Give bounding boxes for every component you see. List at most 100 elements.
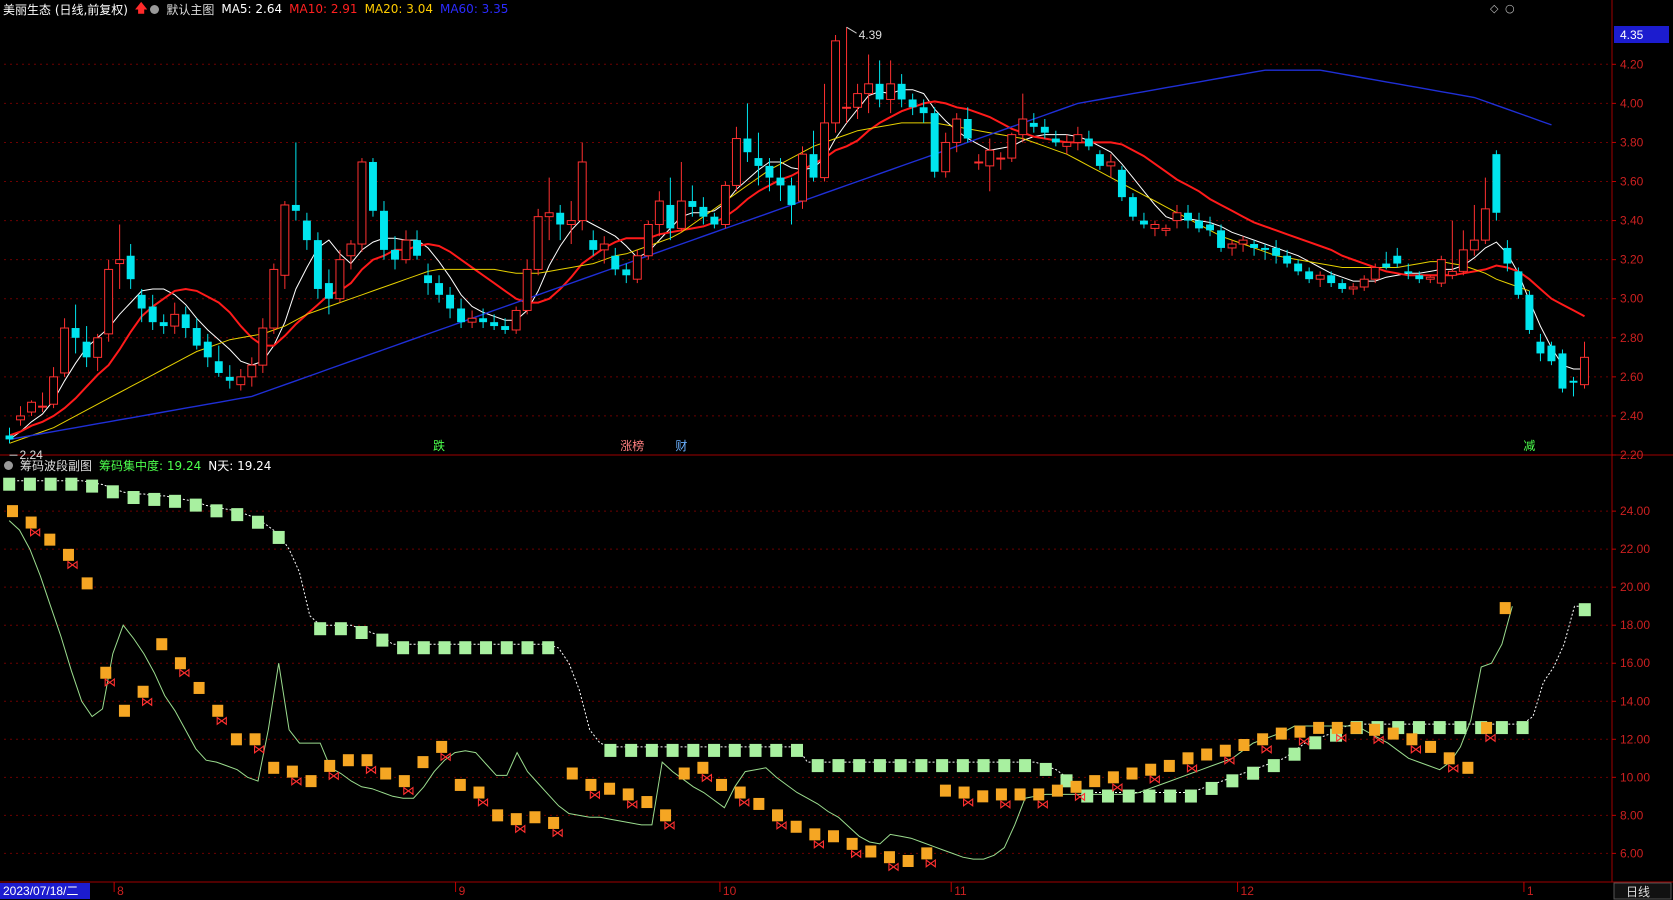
chip-block-green bbox=[438, 641, 451, 655]
candle bbox=[115, 224, 125, 289]
candle-body bbox=[291, 204, 300, 211]
candle-body bbox=[247, 364, 257, 378]
candle-body bbox=[335, 259, 345, 300]
candle-body bbox=[214, 361, 223, 373]
chip-block-orange bbox=[1387, 727, 1399, 740]
chip-block-green bbox=[832, 759, 845, 773]
event-marker: 涨榜 bbox=[620, 438, 644, 453]
candle bbox=[1206, 216, 1214, 237]
candle-body bbox=[842, 106, 852, 109]
event-marker: 跌 bbox=[433, 438, 445, 453]
candle bbox=[1536, 333, 1545, 362]
candle bbox=[1382, 251, 1391, 270]
candle-body bbox=[5, 435, 14, 440]
butterfly-icon: ⋈ bbox=[327, 769, 340, 784]
chip-block-green bbox=[915, 759, 928, 773]
candle-body bbox=[1217, 230, 1225, 248]
candle-body bbox=[236, 376, 246, 386]
candle-body bbox=[357, 161, 367, 245]
candle bbox=[842, 27, 852, 123]
candle bbox=[1250, 240, 1259, 256]
candle bbox=[1161, 224, 1171, 237]
candle-body bbox=[369, 161, 377, 211]
chip-block-orange bbox=[380, 767, 392, 780]
candle-body bbox=[1095, 154, 1104, 166]
candle bbox=[1238, 236, 1248, 252]
candle-body bbox=[1569, 380, 1578, 383]
chip-block-green bbox=[1454, 721, 1467, 735]
candle-body bbox=[533, 216, 543, 270]
butterfly-icon: ⋈ bbox=[439, 750, 452, 765]
candle-body bbox=[1007, 134, 1017, 159]
date-label: 2023/07/18/二 bbox=[3, 884, 78, 898]
candle bbox=[214, 345, 223, 377]
candle-body bbox=[544, 212, 554, 218]
candle bbox=[1106, 154, 1116, 178]
candle-body bbox=[809, 154, 818, 178]
candle bbox=[996, 152, 1006, 170]
chip-block-orange bbox=[1275, 727, 1287, 740]
candle-body bbox=[1261, 247, 1270, 250]
chip-block-orange bbox=[417, 756, 429, 769]
butterfly-icon: ⋈ bbox=[1447, 761, 1460, 776]
candle bbox=[126, 244, 135, 289]
chart-canvas[interactable]: ⋈ ⋈ ⋈ ⋈ ⋈ ⋈ ⋈ ⋈ ⋈ ⋈ ⋈ ⋈ ⋈ ⋈ ⋈ ⋈ ⋈ ⋈ ⋈ ⋈ ⋈ ⋈ ⋈ ⋈ ⋈ ⋈ ⋈ ⋈ ⋈ ⋈ ⋈ ⋈ ⋈ ⋈ ⋈ ⋈ ⋈ ⋈ ⋈ ⋈… bbox=[0, 0, 1673, 900]
chip-block-green bbox=[1516, 721, 1529, 735]
butterfly-icon: ⋈ bbox=[365, 763, 378, 778]
candle-body bbox=[313, 240, 322, 289]
candle-body bbox=[985, 149, 995, 167]
main-y-tick-label: 3.60 bbox=[1620, 175, 1644, 189]
candle-body bbox=[501, 326, 510, 330]
candle bbox=[335, 249, 345, 303]
candle-body bbox=[1029, 122, 1038, 127]
chip-block-green bbox=[1247, 766, 1260, 780]
candle-body bbox=[435, 283, 444, 295]
chip-block-orange bbox=[827, 830, 839, 843]
event-marker: 减 bbox=[1523, 439, 1535, 453]
candle bbox=[511, 306, 521, 334]
candle-body bbox=[941, 141, 951, 173]
candle bbox=[952, 113, 962, 153]
candle bbox=[908, 93, 917, 116]
chip-block-orange bbox=[977, 790, 989, 803]
main-y-tick-label: 2.60 bbox=[1620, 370, 1644, 384]
butterfly-icon: ⋈ bbox=[1484, 731, 1497, 746]
candle-body bbox=[1458, 249, 1468, 272]
candle bbox=[985, 138, 995, 192]
candle-body bbox=[599, 243, 609, 251]
candle-body bbox=[1084, 138, 1093, 147]
chip-block-green bbox=[521, 641, 534, 655]
candle bbox=[886, 60, 896, 114]
chip-block-orange bbox=[492, 809, 504, 822]
candle bbox=[49, 367, 59, 409]
ind-y-tick-label: 20.00 bbox=[1620, 580, 1650, 594]
candle bbox=[225, 365, 234, 389]
candle-body bbox=[676, 200, 686, 229]
candle bbox=[622, 263, 631, 284]
butterfly-icon: ⋈ bbox=[1111, 780, 1124, 795]
ma-line-ma10 bbox=[9, 100, 1585, 437]
candle bbox=[1018, 93, 1028, 143]
candle-body bbox=[413, 240, 421, 256]
candle-body bbox=[963, 119, 972, 139]
chip-block-green bbox=[791, 743, 803, 757]
chip-block-green bbox=[1226, 774, 1239, 788]
chip-block-green bbox=[127, 491, 140, 505]
candle-body bbox=[1558, 353, 1567, 389]
period-button[interactable]: 日线 bbox=[1626, 885, 1650, 899]
low-label: 2.24 bbox=[20, 448, 44, 462]
candle bbox=[1425, 275, 1435, 284]
candle-body bbox=[1514, 271, 1523, 295]
chip-block-orange bbox=[716, 778, 728, 791]
ind-y-tick-label: 24.00 bbox=[1620, 504, 1650, 518]
main-y-tick-label: 2.40 bbox=[1620, 409, 1644, 423]
candle-body bbox=[1206, 224, 1214, 231]
candle-body bbox=[391, 249, 399, 260]
candle bbox=[424, 263, 432, 295]
candle-body bbox=[1161, 227, 1171, 231]
candle-body bbox=[864, 83, 874, 95]
candle bbox=[5, 427, 14, 444]
price-tag-label: 4.35 bbox=[1620, 28, 1644, 42]
candle-body bbox=[1404, 271, 1413, 274]
candle bbox=[380, 201, 388, 260]
